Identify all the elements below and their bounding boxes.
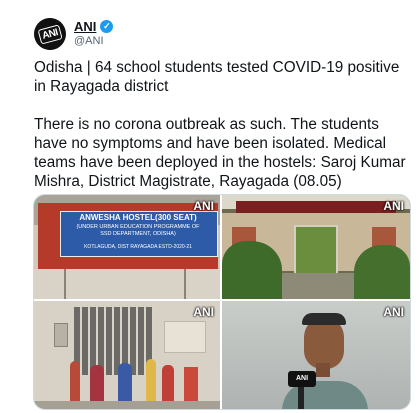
media-photo-district-magistrate[interactable]: ANI ANI [222, 301, 410, 409]
media-photo-hostel-sign[interactable]: ANWESHA HOSTEL(300 SEAT) (UNDER URBAN ED… [34, 195, 220, 299]
tweet-text: Odisha | 64 school students tested COVID… [34, 59, 406, 190]
mic-logo-text: ANI [295, 375, 309, 382]
sign-line-4: KOTLAGUDA, DIST RAYAGADA ESTD-2020-21 [84, 244, 192, 250]
ani-watermark: ANI [383, 305, 404, 319]
verified-badge-icon: ✓ [100, 20, 114, 33]
author-name-row: ANI ✓ [74, 19, 114, 34]
media-photo-students[interactable]: ANI [34, 301, 220, 409]
media-photo-hostel-building[interactable]: ANI [222, 195, 410, 299]
ani-watermark: ANI [193, 199, 214, 213]
author-handle[interactable]: @ANI [74, 35, 104, 47]
sign-line-2: (UNDER URBAN EDUCATION PROGRAMME OF [76, 224, 200, 230]
author-avatar[interactable]: ANI [30, 14, 70, 54]
sign-line-1: ANWESHA HOSTEL(300 SEAT) [79, 213, 197, 222]
media-grid: ANWESHA HOSTEL(300 SEAT) (UNDER URBAN ED… [33, 194, 411, 410]
author-display-name[interactable]: ANI [74, 19, 96, 34]
ani-watermark: ANI [193, 305, 214, 319]
tweet-card: ANI ANI ✓ @ANI Odisha | 64 school studen… [0, 0, 419, 413]
ani-watermark: ANI [383, 199, 404, 213]
avatar-logo-text: ANI [37, 23, 63, 45]
sign-line-3: SSD DEPARTMENT, ODISHA) [100, 231, 176, 237]
